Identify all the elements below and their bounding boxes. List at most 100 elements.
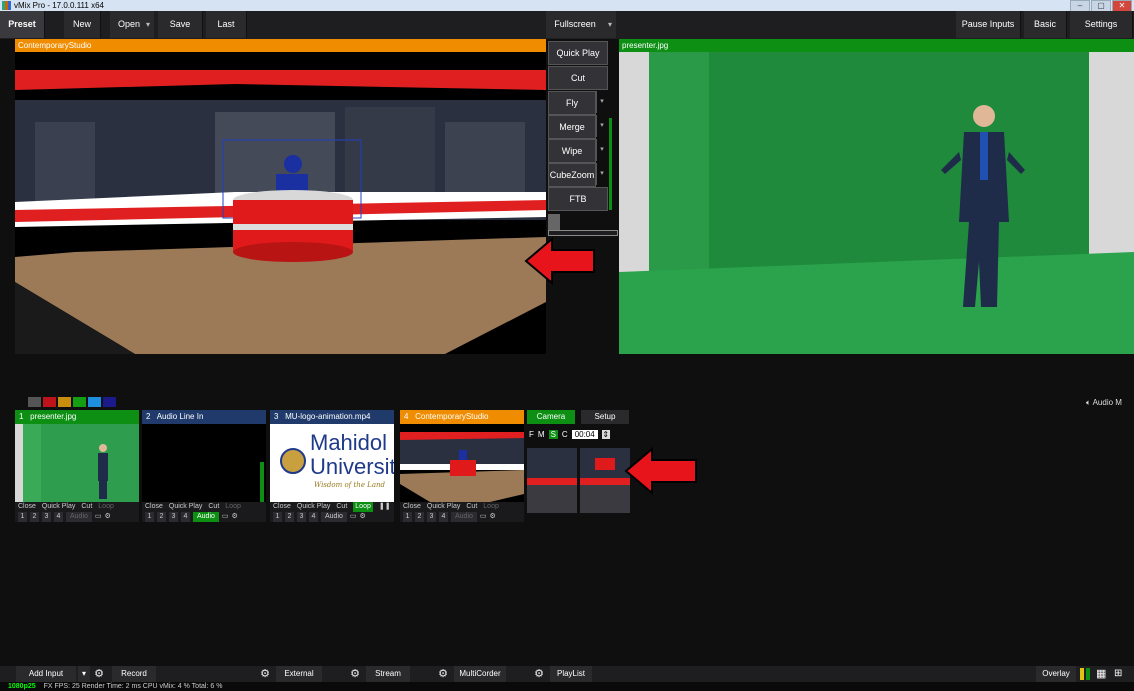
cubezoom-dropdown-icon[interactable]: ▾ xyxy=(596,163,607,185)
wipe-dropdown-icon[interactable]: ▾ xyxy=(596,139,607,161)
preview-panel[interactable]: ContemporaryStudio xyxy=(15,39,546,354)
cubezoom-transition-button[interactable]: CubeZoom xyxy=(548,163,596,187)
overlay-3-button[interactable]: 3 xyxy=(42,512,51,522)
quick-play-input-button[interactable]: Quick Play xyxy=(427,502,460,512)
multiview-icon[interactable]: ⊞ xyxy=(1114,668,1128,680)
input-card-3[interactable]: 3 MU-logo-animation.mp4 Mahidol Universi… xyxy=(270,410,394,522)
settings-button[interactable]: Settings xyxy=(1070,11,1133,38)
ftb-button[interactable]: FTB xyxy=(548,187,608,211)
last-button[interactable]: Last xyxy=(206,11,247,38)
duration-input[interactable]: 00:04 xyxy=(571,430,598,439)
loop-toggle[interactable]: Loop xyxy=(483,502,499,512)
overlay-1-button[interactable]: 1 xyxy=(403,512,412,522)
pause-icon[interactable]: ❚❚ xyxy=(379,502,391,512)
quick-play-button[interactable]: Quick Play xyxy=(548,41,608,65)
camera-tab[interactable]: Camera xyxy=(527,410,575,424)
overlay-button[interactable]: Overlay xyxy=(1036,666,1076,682)
merge-dropdown-icon[interactable]: ▾ xyxy=(596,115,607,137)
input-card-4[interactable]: 4 ContemporaryStudio Close Quick Play Cu… xyxy=(400,410,524,522)
quick-play-input-button[interactable]: Quick Play xyxy=(169,502,202,512)
overlay-2-button[interactable]: 2 xyxy=(30,512,39,522)
overlay-4-button[interactable]: 4 xyxy=(54,512,63,522)
overlay-2-button[interactable]: 2 xyxy=(285,512,294,522)
duration-spinner-icon[interactable]: ⇕ xyxy=(601,430,610,439)
setup-tab[interactable]: Setup xyxy=(581,410,629,424)
cut-input-button[interactable]: Cut xyxy=(208,502,219,512)
gear-icon[interactable]: ⚙ xyxy=(232,512,238,522)
overlay-4-button[interactable]: 4 xyxy=(309,512,318,522)
color-swatch-green[interactable] xyxy=(73,397,86,407)
overlay-3-button[interactable]: 3 xyxy=(169,512,178,522)
gear-icon[interactable]: ⚙ xyxy=(436,667,450,681)
input-1-thumbnail[interactable] xyxy=(15,424,139,502)
mode-m-button[interactable]: M xyxy=(538,430,545,439)
gear-icon[interactable]: ⚙ xyxy=(258,667,272,681)
overlay-3-button[interactable]: 3 xyxy=(427,512,436,522)
overlay-2-button[interactable]: 2 xyxy=(157,512,166,522)
overlay-3-button[interactable]: 3 xyxy=(297,512,306,522)
quick-play-input-button[interactable]: Quick Play xyxy=(42,502,75,512)
mode-c-button[interactable]: C xyxy=(562,430,568,439)
camera-preset-3[interactable] xyxy=(527,482,577,513)
external-button[interactable]: External xyxy=(276,666,322,682)
close-input-button[interactable]: Close xyxy=(18,502,36,512)
gear-icon[interactable]: ⚙ xyxy=(92,667,106,681)
loop-toggle[interactable]: Loop xyxy=(353,502,373,512)
basic-button[interactable]: Basic xyxy=(1024,11,1067,38)
fullscreen-dropdown-icon[interactable]: ▾ xyxy=(604,11,616,38)
overlay-1-button[interactable]: 1 xyxy=(145,512,154,522)
overlay-1-button[interactable]: 1 xyxy=(18,512,27,522)
add-input-button[interactable]: Add Input xyxy=(16,666,76,682)
record-button[interactable]: Record xyxy=(112,666,156,682)
audio-toggle[interactable]: Audio xyxy=(66,512,92,522)
input-2-thumbnail[interactable] xyxy=(142,424,266,502)
pause-inputs-button[interactable]: Pause Inputs xyxy=(956,11,1021,38)
multicorder-button[interactable]: MultiCorder xyxy=(454,666,506,682)
monitor-icon[interactable]: ▭ xyxy=(480,512,487,522)
fly-transition-button[interactable]: Fly xyxy=(548,91,596,115)
input-3-thumbnail[interactable]: Mahidol Universit Wisdom of the Land xyxy=(270,424,394,502)
close-input-button[interactable]: Close xyxy=(145,502,163,512)
playlist-button[interactable]: PlayList xyxy=(550,666,592,682)
color-swatch-navy[interactable] xyxy=(103,397,116,407)
camera-preset-4[interactable] xyxy=(580,482,630,513)
quick-play-input-button[interactable]: Quick Play xyxy=(297,502,330,512)
mode-f-button[interactable]: F xyxy=(529,430,534,439)
overlay-4-button[interactable]: 4 xyxy=(181,512,190,522)
add-input-dropdown-icon[interactable]: ▾ xyxy=(78,666,90,682)
camera-preset-2[interactable] xyxy=(580,448,630,482)
close-input-button[interactable]: Close xyxy=(403,502,421,512)
overlay-4-button[interactable]: 4 xyxy=(439,512,448,522)
audio-mixer-toggle[interactable]: 🔈︎ Audio M xyxy=(1086,398,1122,408)
overlay-1-button[interactable]: 1 xyxy=(273,512,282,522)
output-panel[interactable]: presenter.jpg xyxy=(619,39,1134,354)
monitor-icon[interactable]: ▭ xyxy=(350,512,357,522)
color-swatch-blue[interactable] xyxy=(88,397,101,407)
gear-icon[interactable]: ⚙ xyxy=(532,667,546,681)
color-swatch-orange[interactable] xyxy=(58,397,71,407)
camera-preset-1[interactable] xyxy=(527,448,577,482)
mode-s-button[interactable]: S xyxy=(548,430,558,439)
gear-icon[interactable]: ⚙ xyxy=(105,512,111,522)
gear-icon[interactable]: ⚙ xyxy=(348,667,362,681)
monitor-icon[interactable]: ▭ xyxy=(222,512,229,522)
input-card-1[interactable]: 1 presenter.jpg Close Quick Play Cut Loo… xyxy=(15,410,139,522)
input-card-2[interactable]: 2 Audio Line In Close Quick Play Cut Loo… xyxy=(142,410,266,522)
loop-toggle[interactable]: Loop xyxy=(98,502,114,512)
grid-layout-icon[interactable]: ▦ xyxy=(1096,668,1108,680)
audio-toggle[interactable]: Audio xyxy=(321,512,347,522)
open-dropdown-icon[interactable]: ▾ xyxy=(142,11,154,38)
overlay-2-button[interactable]: 2 xyxy=(415,512,424,522)
fly-dropdown-icon[interactable]: ▾ xyxy=(596,91,607,113)
cut-input-button[interactable]: Cut xyxy=(81,502,92,512)
monitor-icon[interactable]: ▭ xyxy=(95,512,102,522)
input-4-thumbnail[interactable] xyxy=(400,424,524,502)
color-swatch-red[interactable] xyxy=(43,397,56,407)
color-swatch-grey[interactable] xyxy=(28,397,41,407)
cut-input-button[interactable]: Cut xyxy=(466,502,477,512)
audio-toggle[interactable]: Audio xyxy=(451,512,477,522)
close-input-button[interactable]: Close xyxy=(273,502,291,512)
gear-icon[interactable]: ⚙ xyxy=(490,512,496,522)
cut-button[interactable]: Cut xyxy=(548,66,608,90)
merge-transition-button[interactable]: Merge xyxy=(548,115,596,139)
